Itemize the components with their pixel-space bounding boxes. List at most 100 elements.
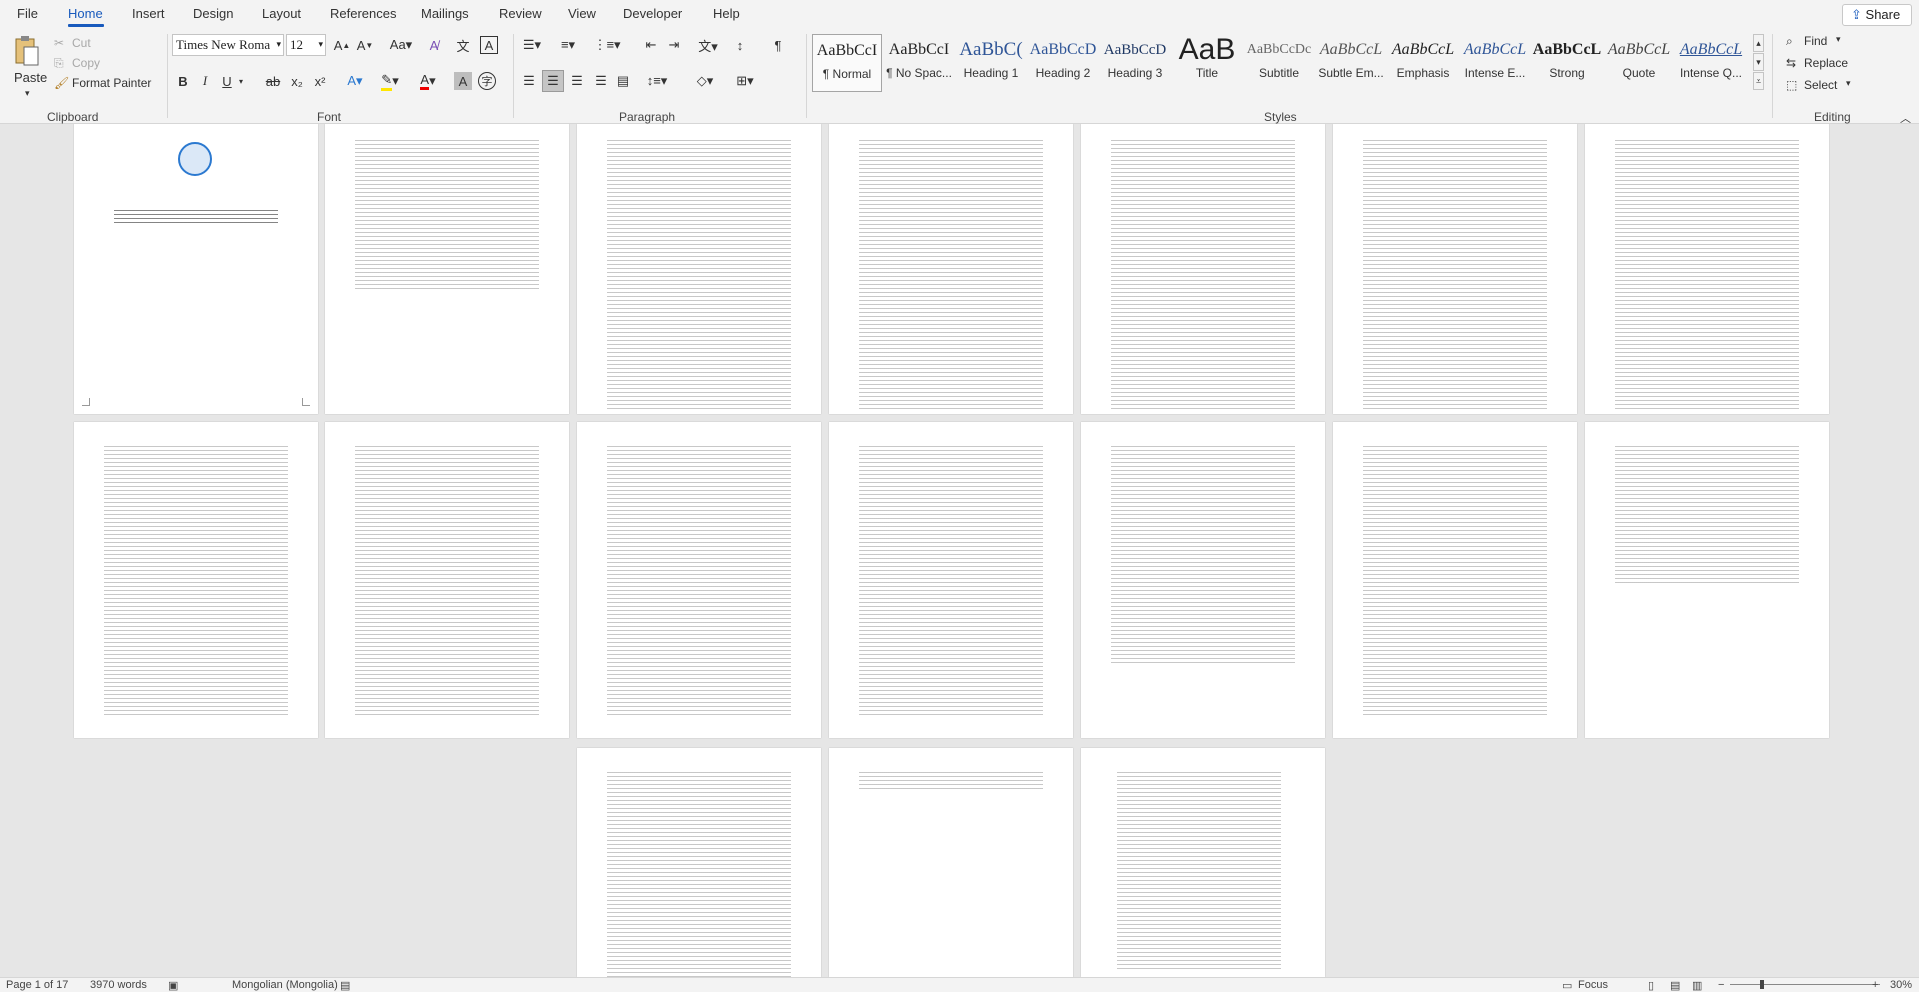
paste-dropdown-icon[interactable]: ▾ [25,88,30,99]
style-intense-quote[interactable]: AaBbCcL Intense Q... [1676,34,1746,92]
clear-formatting-icon[interactable]: A̸ [424,36,444,54]
read-mode-icon[interactable]: ▯ [1648,979,1654,992]
zoom-out-icon[interactable]: − [1718,979,1724,991]
document-page[interactable] [1081,748,1325,977]
macro-icon[interactable]: ▤ [340,979,350,992]
language-indicator[interactable]: Mongolian (Mongolia) [232,979,338,991]
highlight-icon[interactable]: ✎ ▾ [376,72,404,91]
increase-indent-icon[interactable]: ⇥ [664,36,684,54]
document-page[interactable] [829,124,1073,414]
style-subtitle[interactable]: AaBbCcDc Subtitle [1244,34,1314,92]
document-page[interactable] [1585,124,1829,414]
shading-icon[interactable]: ◇▾ [690,72,720,90]
justify-icon[interactable]: ☰ [592,72,610,90]
style-subtle-emphasis[interactable]: AaBbCcL Subtle Em... [1316,34,1386,92]
show-formatting-icon[interactable]: ¶ [770,36,786,54]
font-color-icon[interactable]: A ▾ [414,72,442,90]
word-count[interactable]: 3970 words [90,979,147,991]
document-page[interactable] [325,422,569,738]
format-painter-button[interactable]: Format Painter [72,76,151,90]
align-left-icon[interactable]: ☰ [520,72,538,90]
font-name-combo[interactable]: Times New Roma ▾ [172,34,284,56]
paste-icon[interactable] [12,34,42,68]
align-right-icon[interactable]: ☰ [568,72,586,90]
chevron-down-icon[interactable]: ▾ [236,72,246,90]
style-strong[interactable]: AaBbCcL Strong [1532,34,1602,92]
tab-review[interactable]: Review [499,6,542,21]
tab-view[interactable]: View [568,6,596,21]
align-center-icon[interactable]: ☰ [542,70,564,92]
document-page[interactable] [1585,422,1829,738]
cut-button[interactable]: Cut [72,36,91,50]
document-page[interactable] [325,124,569,414]
decrease-indent-icon[interactable]: ⇤ [641,36,661,54]
proofing-icon[interactable]: ▣ [168,979,178,992]
document-page[interactable] [577,124,821,414]
zoom-slider[interactable] [1730,984,1880,985]
tab-mailings[interactable]: Mailings [421,6,469,21]
replace-button[interactable]: Replace [1804,56,1848,70]
tab-help[interactable]: Help [713,6,740,21]
multilevel-list-icon[interactable]: ⋮≡▾ [592,36,622,54]
paste-button[interactable]: Paste [14,70,47,85]
zoom-level[interactable]: 30% [1890,979,1912,991]
superscript-icon[interactable]: x² [310,72,330,90]
style-no-spacing[interactable]: AaBbCcI ¶ No Spac... [884,34,954,92]
bold-icon[interactable]: B [174,72,192,90]
document-page[interactable] [829,422,1073,738]
document-page[interactable] [577,748,821,977]
style-normal[interactable]: AaBbCcI ¶ Normal [812,34,882,92]
tab-home[interactable]: Home [68,6,103,21]
style-quote[interactable]: AaBbCcL Quote [1604,34,1674,92]
style-heading-3[interactable]: AaBbCcD Heading 3 [1100,34,1170,92]
document-page[interactable] [829,748,1073,977]
font-size-combo[interactable]: 12 ▾ [286,34,326,56]
grow-font-icon[interactable]: A ▲ [332,36,352,54]
borders-icon[interactable]: ⊞▾ [730,72,760,90]
tab-file[interactable]: File [17,6,38,21]
document-page[interactable] [74,422,318,738]
change-case-icon[interactable]: Aa▾ [388,36,414,54]
tab-developer[interactable]: Developer [623,6,682,21]
text-effects-icon[interactable]: A▾ [342,72,368,90]
italic-icon[interactable]: I [196,72,214,90]
select-button[interactable]: Select [1804,78,1837,92]
focus-button[interactable]: Focus [1578,979,1608,991]
chinese-layout-icon[interactable]: 文▾ [694,36,722,54]
document-area[interactable] [0,124,1919,977]
tab-layout[interactable]: Layout [262,6,301,21]
strikethrough-icon[interactable]: ab [262,72,284,90]
styles-more-icon[interactable]: ⩡ [1753,72,1764,90]
document-page[interactable] [1081,124,1325,414]
sort-icon[interactable]: ↕ [730,36,750,54]
distributed-icon[interactable]: ▤ [614,72,632,90]
styles-scroll-down-icon[interactable]: ▾ [1753,53,1764,71]
tab-insert[interactable]: Insert [132,6,165,21]
style-heading-1[interactable]: AaBbC(Heading 1 [956,34,1026,92]
document-page[interactable] [577,422,821,738]
document-page[interactable] [1081,422,1325,738]
style-heading-2[interactable]: AaBbCcD Heading 2 [1028,34,1098,92]
character-shading-icon[interactable]: A [454,72,472,90]
style-intense-emphasis[interactable]: AaBbCcL Intense E... [1460,34,1530,92]
shrink-font-icon[interactable]: A ▼ [355,36,375,54]
numbering-icon[interactable]: ≡▾ [554,36,582,54]
enclose-characters-icon[interactable]: 字 [478,72,496,90]
page-count[interactable]: Page 1 of 17 [6,979,68,991]
style-emphasis[interactable]: AaBbCcL Emphasis [1388,34,1458,92]
copy-button[interactable]: Copy [72,56,100,70]
zoom-in-icon[interactable]: + [1872,979,1878,991]
tab-references[interactable]: References [330,6,396,21]
tab-design[interactable]: Design [193,6,233,21]
share-button[interactable]: ⇪ Share [1842,4,1912,26]
document-page[interactable] [1333,124,1577,414]
line-spacing-icon[interactable]: ↕≡▾ [642,72,672,90]
print-layout-icon[interactable]: ▤ [1670,979,1680,992]
zoom-slider-thumb[interactable] [1760,980,1764,989]
document-page[interactable] [1333,422,1577,738]
find-button[interactable]: Find [1804,34,1827,48]
styles-scroll-up-icon[interactable]: ▴ [1753,34,1764,52]
subscript-icon[interactable]: x₂ [287,72,307,90]
document-page[interactable] [74,124,318,414]
underline-icon[interactable]: U [218,72,236,90]
